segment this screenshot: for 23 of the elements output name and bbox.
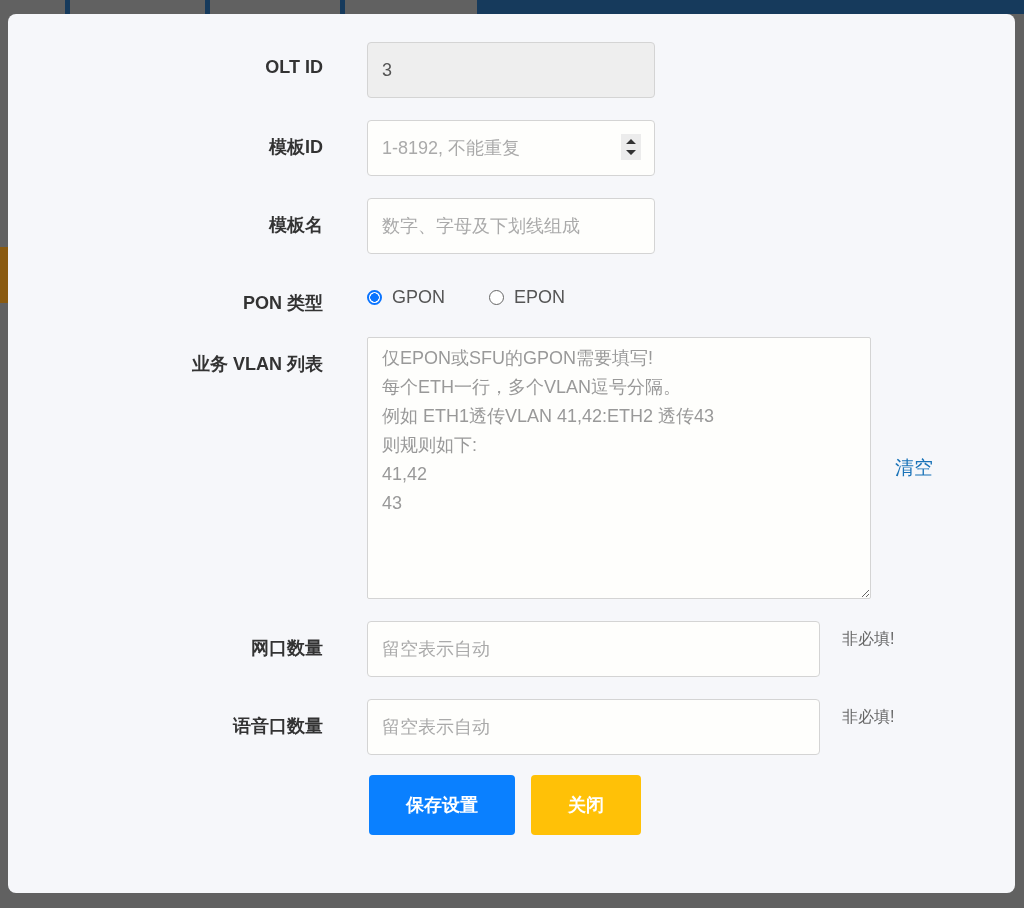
clear-link[interactable]: 清空 — [895, 455, 933, 481]
spinner-icon[interactable] — [621, 134, 641, 160]
field-label: 网口数量 — [250, 637, 323, 660]
text-area[interactable]: 仅EPON或SFU的GPON需要填写! 每个ETH一行，多个VLAN逗号分隔。 例如 ETH1透传VLAN 41,42:ETH2 透传43 则规则如下: 41,42 43 — [367, 337, 871, 599]
backdrop-panel — [65, 0, 70, 14]
input-field[interactable]: 留空表示自动 — [367, 621, 820, 677]
input-field[interactable]: 1-8192, 不能重复 — [367, 120, 655, 176]
radio-option[interactable]: EPON — [489, 287, 566, 308]
field-label: 业务 VLAN 列表 — [191, 353, 323, 376]
input-field[interactable]: 留空表示自动 — [367, 699, 820, 755]
backdrop-panel — [340, 0, 345, 14]
backdrop-panel — [205, 0, 210, 14]
hint-text: 非必填! — [842, 707, 895, 727]
field-label: 语音口数量 — [231, 715, 323, 738]
input-field[interactable]: 数字、字母及下划线组成 — [367, 198, 655, 254]
field-label: 模板名 — [267, 214, 323, 237]
radio-option[interactable]: GPON — [367, 287, 445, 308]
save-button[interactable]: 保存设置 — [369, 775, 515, 835]
field-label: 模板ID — [267, 136, 323, 159]
field-label: PON 类型 — [242, 292, 323, 315]
backdrop-panel — [0, 247, 8, 303]
field-label: OLT ID — [264, 56, 323, 79]
hint-text: 非必填! — [842, 629, 895, 649]
